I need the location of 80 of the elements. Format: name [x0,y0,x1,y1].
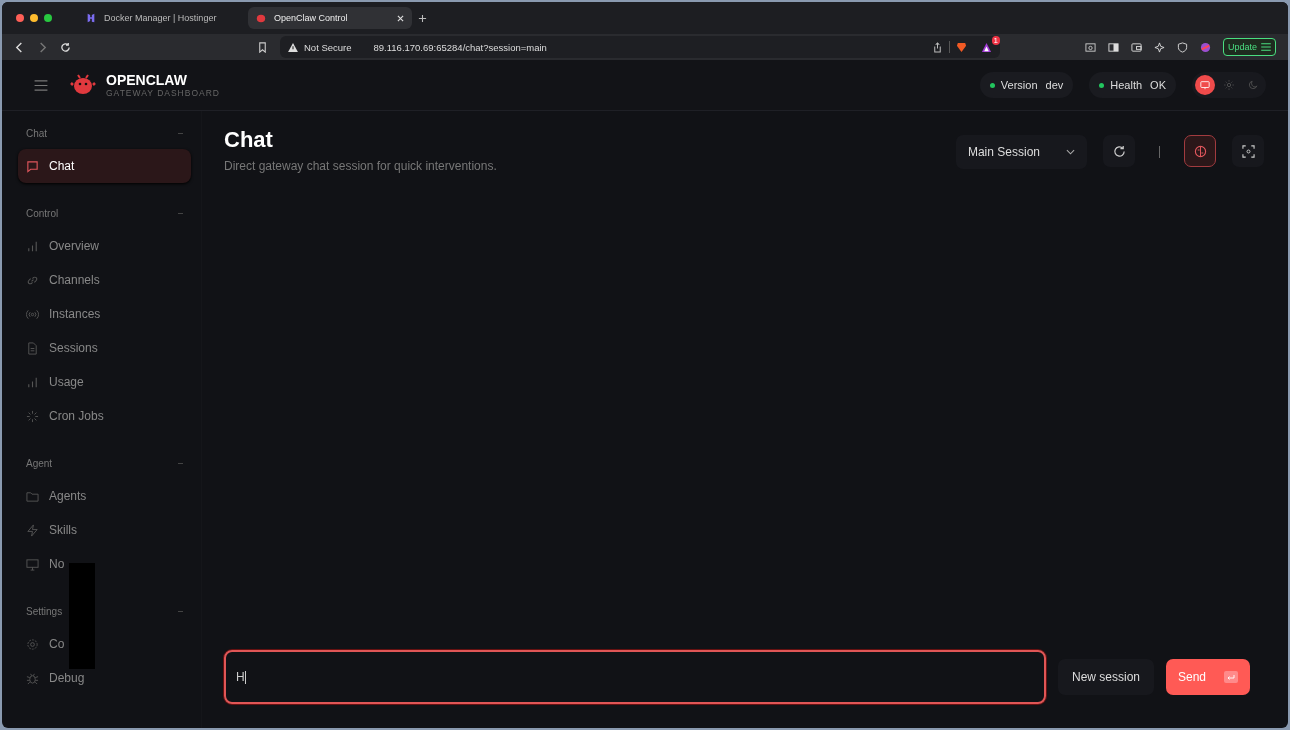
menu-icon [1261,43,1271,51]
h-logo-icon [86,13,96,23]
browser-tab[interactable]: OpenClaw Control [248,7,412,29]
triangle-icon[interactable] [981,41,992,53]
refresh-button[interactable] [1103,135,1135,167]
notification-badge: 1 [991,35,1000,45]
theme-button[interactable] [1195,75,1215,95]
close-icon[interactable] [397,14,404,22]
radio-icon [26,307,39,321]
session-dropdown[interactable]: Main Session [955,135,1087,169]
search-tab-icon[interactable] [1084,41,1096,53]
sidebar-item[interactable]: Cron Jobs [18,399,191,433]
sidebar-item[interactable]: Debug [18,661,191,695]
focus-button[interactable] [1232,135,1264,167]
security-label: Not Secure [304,41,352,53]
share-icon[interactable] [932,41,943,53]
address-bar[interactable]: Not Secure 89.116.170.69:65284/chat?session=main 1 [280,36,1000,58]
monitor-icon [1200,80,1210,90]
sidebar-item[interactable]: Agents [18,479,191,513]
status-pill: Version dev [979,72,1074,98]
new-tab-icon[interactable] [418,13,427,23]
profile-icon[interactable] [1199,41,1211,53]
bolt-icon [26,523,39,537]
sidebar-item[interactable]: Chat [18,149,191,183]
brain-toggle[interactable] [1184,135,1216,167]
section-heading: Control [26,207,59,219]
sidebar-item[interactable]: Skills [18,513,191,547]
bars-icon [26,239,39,253]
sidebar-item[interactable]: Co [18,627,191,661]
message-field[interactable]: H [224,650,1046,704]
back-icon[interactable] [14,41,25,53]
minimize-window-icon[interactable] [30,14,38,22]
sidebar-item[interactable]: No [18,547,191,581]
sidebar-item[interactable]: Usage [18,365,191,399]
sidebar-item[interactable]: Instances [18,297,191,331]
warning-icon [288,42,298,52]
gear-icon [26,637,39,651]
send-button[interactable]: Send [1166,659,1250,695]
bars-icon [26,375,39,389]
focus-icon [1241,144,1255,158]
section-heading: Settings [26,605,63,617]
chat-icon [26,159,39,173]
sidebar-item[interactable]: Overview [18,229,191,263]
sidebar-item[interactable]: Sessions [18,331,191,365]
lion-shield-icon[interactable] [956,41,967,53]
page-title: Chat [224,127,274,153]
sidebar-item[interactable]: Channels [18,263,191,297]
reload-icon[interactable] [60,41,71,53]
page-subtitle: Direct gateway chat session for quick interventions. [224,159,497,173]
maximize-window-icon[interactable] [44,14,52,22]
close-window-icon[interactable] [16,14,24,22]
shield-icon[interactable] [1176,41,1188,53]
link-icon [26,273,39,287]
sidebar-icon[interactable] [1107,41,1119,53]
forward-icon[interactable] [37,41,48,53]
browser-tab[interactable]: Docker Manager | Hostinger [78,7,242,29]
monitor-icon [26,557,39,571]
chevron-down-icon [1066,149,1075,155]
claw-logo-icon [256,13,266,23]
folder-icon [26,489,39,503]
moon-icon [1248,80,1258,90]
update-button[interactable]: Update [1222,38,1276,56]
url-text: 89.116.170.69:65284/chat?session=main [373,41,547,53]
status-pill: Health OK [1089,72,1176,98]
file-icon [26,341,39,355]
bug-icon [26,671,39,685]
section-heading: Agent [26,457,53,469]
wallet-icon[interactable] [1130,41,1142,53]
sun-icon [1224,80,1234,90]
enter-key-icon [1224,671,1238,683]
menu-icon[interactable] [34,79,48,91]
section-heading: Chat [26,127,48,139]
brain-icon [1193,144,1207,158]
brand-subtitle: GATEWAY DASHBOARD [106,88,220,98]
bookmark-icon[interactable] [257,41,268,53]
sparkle-icon[interactable] [1153,41,1165,53]
brand-name: OPENCLAW [106,72,188,88]
refresh-icon [1112,144,1126,158]
loader-icon [26,409,39,423]
new-session-button[interactable]: New session [1057,659,1154,695]
